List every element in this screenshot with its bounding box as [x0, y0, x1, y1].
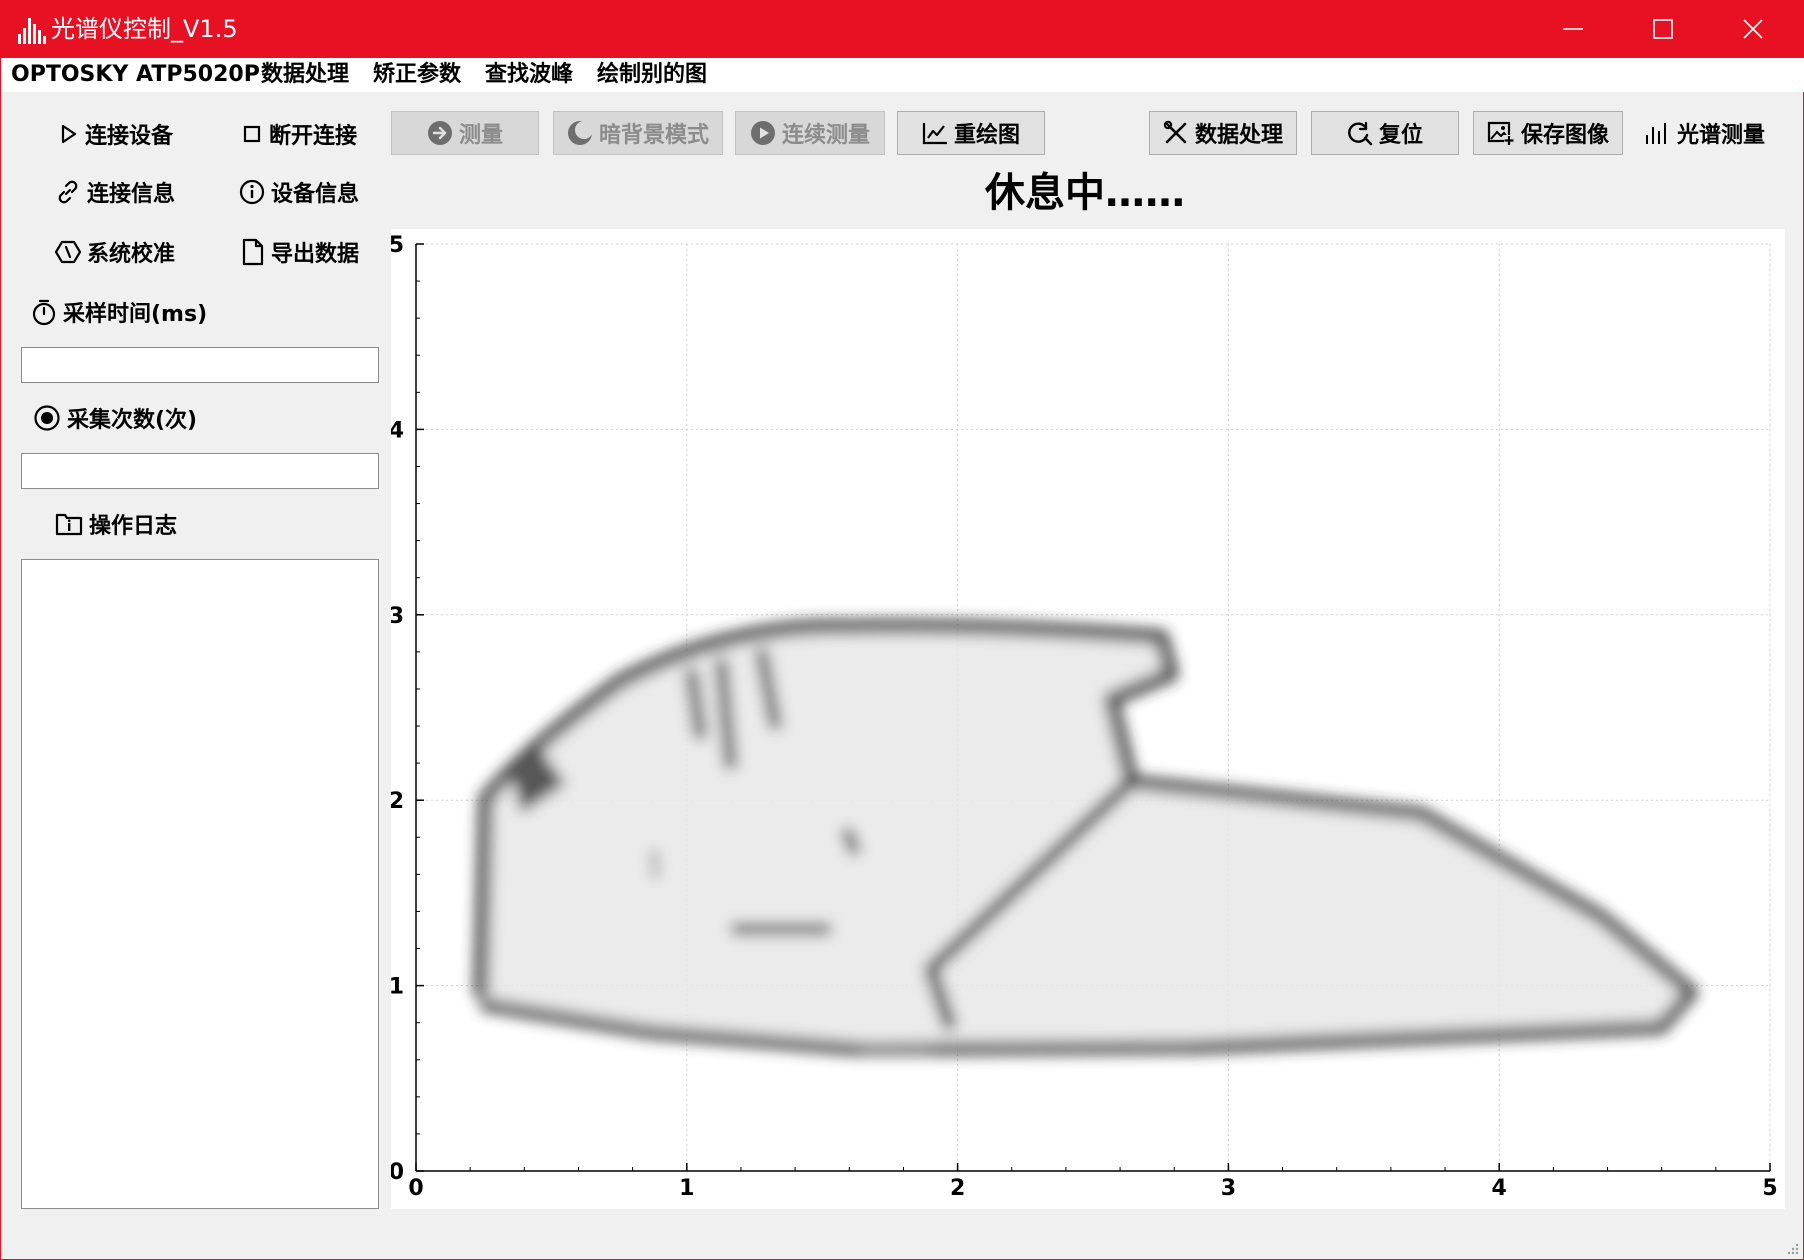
continuous-measure-button[interactable]: 连续测量 [735, 111, 885, 155]
y-tick-label: 5 [391, 233, 404, 258]
sample-time-label-row: 采样时间(ms) [31, 291, 207, 333]
menu-find-peaks[interactable]: 查找波峰 [485, 60, 573, 90]
acquire-count-label: 采集次数(次) [67, 408, 198, 433]
menu-data-processing[interactable]: 数据处理 [261, 60, 349, 90]
minimize-button[interactable] [1533, 1, 1613, 58]
export-data-button[interactable]: 导出数据 [241, 231, 359, 273]
reset-label: 复位 [1378, 123, 1423, 148]
sleeping-cat-illustration [473, 618, 1698, 1057]
operation-log-label-row: 操作日志 [55, 503, 177, 545]
dark-background-mode-button[interactable]: 暗背景模式 [553, 111, 723, 155]
resize-grip-icon[interactable] [1785, 1241, 1799, 1255]
system-calibration-label: 系统校准 [87, 242, 176, 267]
spectrum-measure-label: 光谱测量 [1677, 123, 1766, 148]
menu-device[interactable]: OPTOSKY ATP5020P [11, 60, 260, 90]
maximize-icon [1653, 19, 1673, 39]
acquire-count-input[interactable] [21, 453, 379, 489]
moon-icon [567, 121, 593, 145]
spectrum-bars-icon [18, 18, 46, 44]
reset-button[interactable]: 复位 [1311, 111, 1459, 155]
link-icon [58, 180, 78, 204]
target-icon [34, 405, 60, 431]
continuous-measure-label: 连续测量 [781, 123, 870, 148]
x-tick-label: 0 [408, 1176, 423, 1201]
close-icon [1743, 19, 1763, 39]
x-tick-label: 4 [1492, 1176, 1507, 1201]
x-tick-label: 1 [679, 1176, 694, 1201]
disconnect-label: 断开连接 [269, 124, 358, 149]
window-title: 光谱仪控制_V1.5 [51, 15, 238, 43]
system-calibration-button[interactable]: 系统校准 [55, 231, 175, 273]
sample-time-input[interactable] [21, 347, 379, 383]
zoom-reset-icon [1348, 121, 1373, 146]
play-circle-icon [750, 121, 775, 145]
info-circle-icon [239, 179, 265, 205]
data-processing-label: 数据处理 [1194, 123, 1283, 148]
x-tick-label: 2 [950, 1176, 965, 1201]
connection-info-button[interactable]: 连接信息 [55, 171, 175, 213]
save-image-button[interactable]: 保存图像 [1473, 111, 1623, 155]
x-tick-label: 5 [1762, 1176, 1777, 1201]
redraw-button[interactable]: 重绘图 [897, 111, 1045, 155]
line-chart-icon [922, 123, 947, 145]
minimize-icon [1563, 28, 1583, 30]
connection-info-label: 连接信息 [87, 182, 176, 207]
spectrum-chart[interactable]: 0 1 2 3 4 5 0 1 2 3 4 5 [391, 229, 1785, 1209]
menu-bar: OPTOSKY ATP5020P 数据处理 矫正参数 查找波峰 绘制别的图 [1, 58, 1804, 92]
measure-button[interactable]: 测量 [391, 111, 539, 155]
app-window: 光谱仪控制_V1.5 OPTOSKY ATP5020P 数据处理 矫正参数 查找… [0, 0, 1804, 1260]
y-tick-label: 3 [391, 604, 404, 629]
dark-background-mode-label: 暗背景模式 [598, 123, 709, 148]
y-tick-label: 2 [391, 789, 404, 814]
x-tick-label: 3 [1221, 1176, 1236, 1201]
acquire-count-label-row: 采集次数(次) [33, 397, 197, 439]
connect-device-button[interactable]: 连接设备 [59, 113, 173, 155]
operation-log-label: 操作日志 [89, 514, 178, 539]
data-processing-button[interactable]: 数据处理 [1149, 111, 1297, 155]
device-info-button[interactable]: 设备信息 [239, 171, 359, 213]
connect-device-label: 连接设备 [85, 124, 174, 149]
calibration-icon [55, 240, 81, 264]
stopwatch-icon [32, 299, 56, 326]
play-outline-icon [61, 124, 77, 144]
spectrum-measure-button[interactable]: 光谱测量 [1645, 111, 1765, 155]
close-button[interactable] [1713, 1, 1793, 58]
stop-square-icon [243, 125, 261, 143]
maximize-button[interactable] [1623, 1, 1703, 58]
title-bar[interactable]: 光谱仪控制_V1.5 [1, 1, 1804, 58]
y-tick-label: 4 [391, 418, 404, 443]
spectrum-plot-area[interactable]: 0 1 2 3 4 5 0 1 2 3 4 5 [391, 229, 1785, 1209]
tools-icon [1163, 120, 1187, 144]
operation-log-textarea[interactable] [21, 559, 379, 1209]
export-data-label: 导出数据 [271, 242, 360, 267]
redraw-label: 重绘图 [953, 123, 1020, 148]
status-text: 休息中…… [985, 170, 1185, 216]
sample-time-label: 采样时间(ms) [63, 302, 208, 327]
document-icon [242, 238, 264, 266]
measure-label: 测量 [458, 123, 503, 148]
folder-info-icon [55, 513, 83, 536]
save-image-label: 保存图像 [1520, 123, 1609, 148]
y-tick-label: 1 [391, 975, 404, 1000]
menu-draw-other[interactable]: 绘制别的图 [597, 60, 707, 90]
image-add-icon [1487, 121, 1514, 145]
arrow-right-circle-icon [427, 121, 452, 145]
disconnect-button[interactable]: 断开连接 [241, 113, 357, 155]
device-info-label: 设备信息 [271, 182, 360, 207]
spectrum-icon [1646, 123, 1666, 144]
menu-correction-params[interactable]: 矫正参数 [373, 60, 461, 90]
y-tick-label: 0 [391, 1160, 404, 1185]
